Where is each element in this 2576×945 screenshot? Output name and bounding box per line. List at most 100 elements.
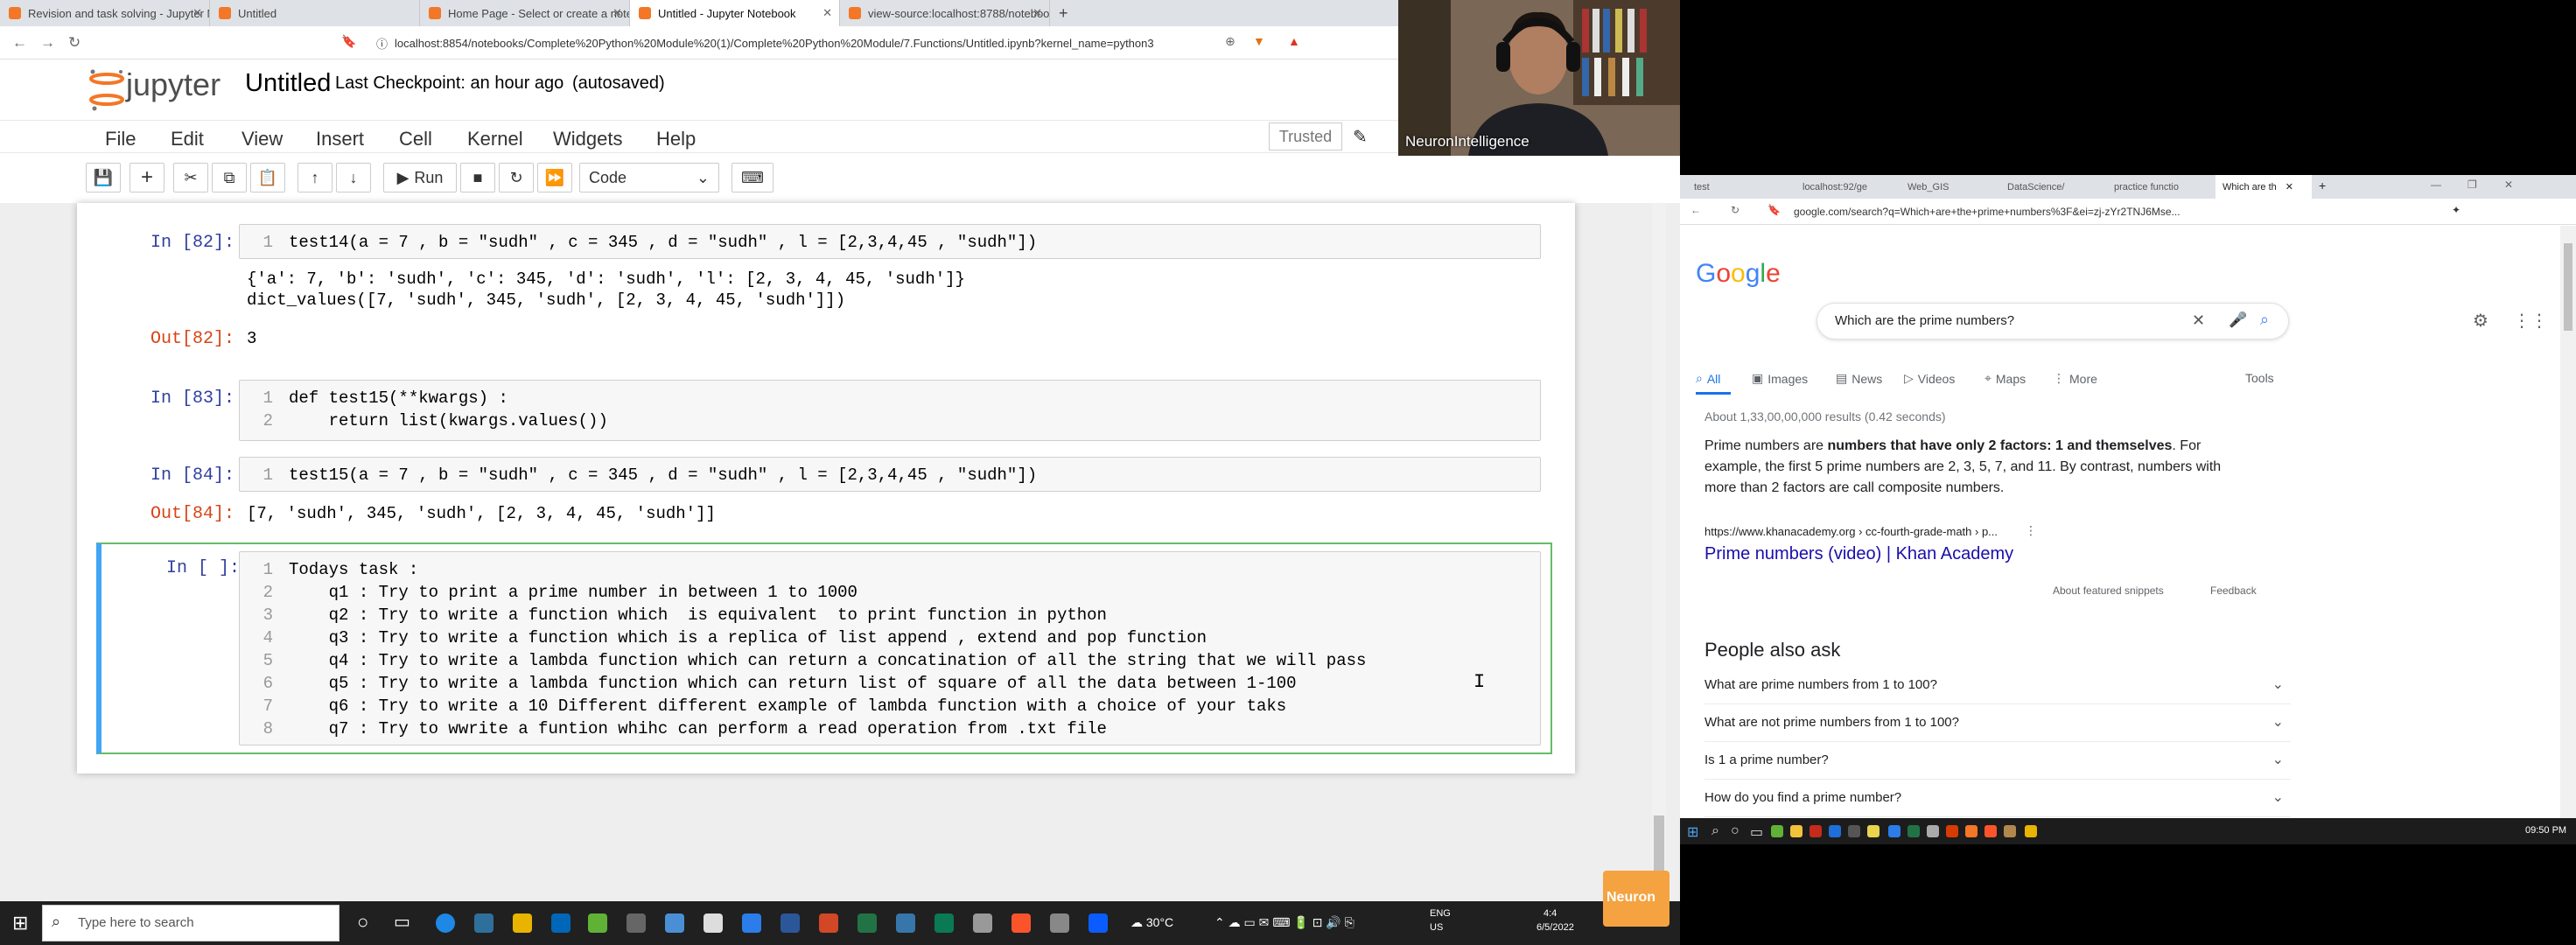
brave-shield-icon[interactable]: ▼ (1253, 34, 1265, 48)
vscode-icon[interactable] (742, 914, 761, 933)
forward-icon[interactable]: → (40, 34, 55, 52)
tab-revision[interactable]: Revision and task solving - Jupyter No ✕ (0, 0, 210, 26)
search-tab-all[interactable]: ⌕ All (1696, 371, 1720, 386)
jupyter-icon[interactable] (1965, 825, 1978, 837)
move-up-icon[interactable]: ↑ (298, 163, 332, 192)
notebook-scrollbar[interactable] (1652, 203, 1666, 901)
app-icon[interactable] (1810, 825, 1822, 837)
back-icon[interactable]: ← (1690, 204, 1701, 216)
app-icon[interactable] (551, 914, 570, 933)
back-icon[interactable]: ← (12, 34, 27, 52)
app-icon[interactable] (1050, 914, 1069, 933)
minimize-icon[interactable]: — (2431, 178, 2441, 191)
excel-icon[interactable] (1908, 825, 1920, 837)
command-palette-icon[interactable]: ⌨ (732, 163, 774, 192)
right-scrollbar[interactable] (2560, 226, 2576, 818)
cortana-icon[interactable]: ○ (357, 911, 368, 934)
more-options-icon[interactable]: ⋮ (2025, 523, 2037, 538)
file-explorer-icon[interactable] (1790, 825, 1802, 837)
edit-pencil-icon[interactable]: ✎ (1353, 126, 1368, 148)
edge-icon[interactable] (436, 914, 455, 933)
app-icon[interactable] (934, 914, 954, 933)
reload-icon[interactable]: ↻ (68, 34, 80, 52)
search-tab-maps[interactable]: ⌖ Maps (1984, 371, 2026, 386)
settings-icon[interactable] (704, 914, 723, 933)
move-down-icon[interactable]: ↓ (336, 163, 371, 192)
extensions-icon[interactable]: ✦ (2452, 204, 2460, 216)
task-view-icon[interactable]: ▭ (1750, 823, 1763, 841)
task-view-icon[interactable]: ▭ (394, 911, 410, 933)
paa-question[interactable]: Is 1 a prime number? ⌄ (1704, 742, 2291, 780)
menu-kernel[interactable]: Kernel (467, 128, 523, 150)
new-tab-button[interactable]: + (2319, 178, 2326, 192)
result-source-url[interactable]: https://www.khanacademy.org › cc-fourth-… (1704, 525, 1998, 538)
url-text[interactable]: google.com/search?q=Which+are+the+prime+… (1794, 206, 2180, 218)
search-icon[interactable]: ⌕ (2260, 311, 2269, 329)
search-input[interactable]: Which are the prime numbers? (1835, 313, 2014, 328)
tab-home-page[interactable]: Home Page - Select or create a noteb ✕ (420, 0, 630, 26)
code-editor[interactable]: 1 test14(a = 7 , b = "sudh" , c = 345 , … (239, 224, 1541, 259)
rtab-test[interactable]: test (1687, 175, 1774, 199)
search-tab-videos[interactable]: ▷ Videos (1904, 371, 1955, 386)
tab-view-source[interactable]: view-source:localhost:8788/notebook ✕ (840, 0, 1050, 26)
app-icon[interactable] (1946, 825, 1958, 837)
app-icon[interactable] (2025, 825, 2037, 837)
search-tab-images[interactable]: ▣ Images (1752, 371, 1808, 386)
close-window-icon[interactable]: ✕ (2504, 178, 2513, 191)
code-cell[interactable]: In [84]: 1 test15(a = 7 , b = "sudh" , c… (77, 450, 1575, 534)
restart-icon[interactable]: ↻ (499, 163, 534, 192)
app-icon[interactable] (665, 914, 684, 933)
new-tab-button[interactable]: + (1050, 0, 1085, 26)
jupyter-logo-text[interactable]: jupyter (126, 66, 220, 103)
taskbar-time[interactable]: 4:4 (1544, 908, 1557, 919)
menu-file[interactable]: File (105, 128, 136, 150)
tab-untitled[interactable]: Untitled (210, 0, 420, 26)
notebook-title[interactable]: Untitled (245, 69, 331, 98)
run-button[interactable]: ▶ Run (383, 163, 457, 192)
xbox-icon[interactable] (1771, 825, 1783, 837)
feedback-link[interactable]: Feedback (2210, 584, 2257, 597)
powerpoint-icon[interactable] (819, 914, 838, 933)
menu-view[interactable]: View (242, 128, 283, 150)
search-tab-more[interactable]: ⋮ More (2053, 371, 2097, 386)
bookmark-icon[interactable]: 🔖 (341, 34, 356, 49)
app-icon[interactable] (626, 914, 646, 933)
taskbar-search-box[interactable]: ⌕ Type here to search (42, 905, 340, 942)
selected-code-cell[interactable]: In [ ]: 1 Todays task : 2 q1 : Try to pri… (96, 542, 1552, 754)
close-icon[interactable]: ✕ (192, 6, 202, 20)
code-editor[interactable]: 1 test15(a = 7 , b = "sudh" , c = 345 , … (239, 457, 1541, 492)
about-featured-snippets[interactable]: About featured snippets (2053, 584, 2164, 597)
copy-icon[interactable]: ⧉ (212, 163, 247, 192)
excel-icon[interactable] (858, 914, 877, 933)
code-editor[interactable]: 1 Todays task : 2 q1 : Try to print a pri… (239, 551, 1541, 746)
apps-grid-icon[interactable]: ⋮⋮ (2513, 310, 2548, 332)
search-tab-news[interactable]: ▤ News (1836, 371, 1882, 386)
settings-gear-icon[interactable]: ⚙ (2473, 310, 2488, 332)
rtab-prime-search[interactable]: Which are th ✕ (2216, 175, 2312, 199)
windows-start-icon[interactable]: ⊞ (1687, 823, 1698, 841)
close-icon[interactable]: ✕ (2286, 181, 2293, 192)
microphone-icon[interactable]: 🎤 (2229, 312, 2247, 329)
clear-icon[interactable]: ✕ (2192, 312, 2205, 330)
python-icon[interactable] (896, 914, 915, 933)
insert-cell-icon[interactable]: + (130, 163, 164, 192)
paa-question[interactable]: How do you find a prime number? ⌄ (1704, 780, 2291, 817)
app-icon[interactable] (2004, 825, 2016, 837)
app-icon[interactable] (1829, 825, 1841, 837)
brave-icon[interactable] (1984, 825, 1997, 837)
word-icon[interactable] (780, 914, 800, 933)
app-icon[interactable] (973, 914, 992, 933)
zoom-icon[interactable]: ⊕ (1225, 34, 1236, 49)
code-cell[interactable]: In [82]: 1 test14(a = 7 , b = "sudh" , c… (77, 217, 1575, 366)
vscode-icon[interactable] (1888, 825, 1900, 837)
weather-widget[interactable]: ☁ 30°C (1130, 915, 1173, 930)
google-logo[interactable]: Google (1696, 259, 1781, 289)
cell-type-select[interactable]: Code ⌄ (579, 163, 719, 192)
menu-help[interactable]: Help (656, 128, 696, 150)
app-icon[interactable] (1927, 825, 1939, 837)
paa-question[interactable]: What are not prime numbers from 1 to 100… (1704, 704, 2291, 742)
scrollbar-thumb[interactable] (2564, 243, 2572, 331)
interrupt-icon[interactable]: ■ (460, 163, 495, 192)
tray-icons[interactable]: ⌃ ☁ ▭ ✉ ⌨ 🔋 ⊡ 🔊 ⎘ (1214, 915, 1354, 930)
menu-cell[interactable]: Cell (399, 128, 432, 150)
